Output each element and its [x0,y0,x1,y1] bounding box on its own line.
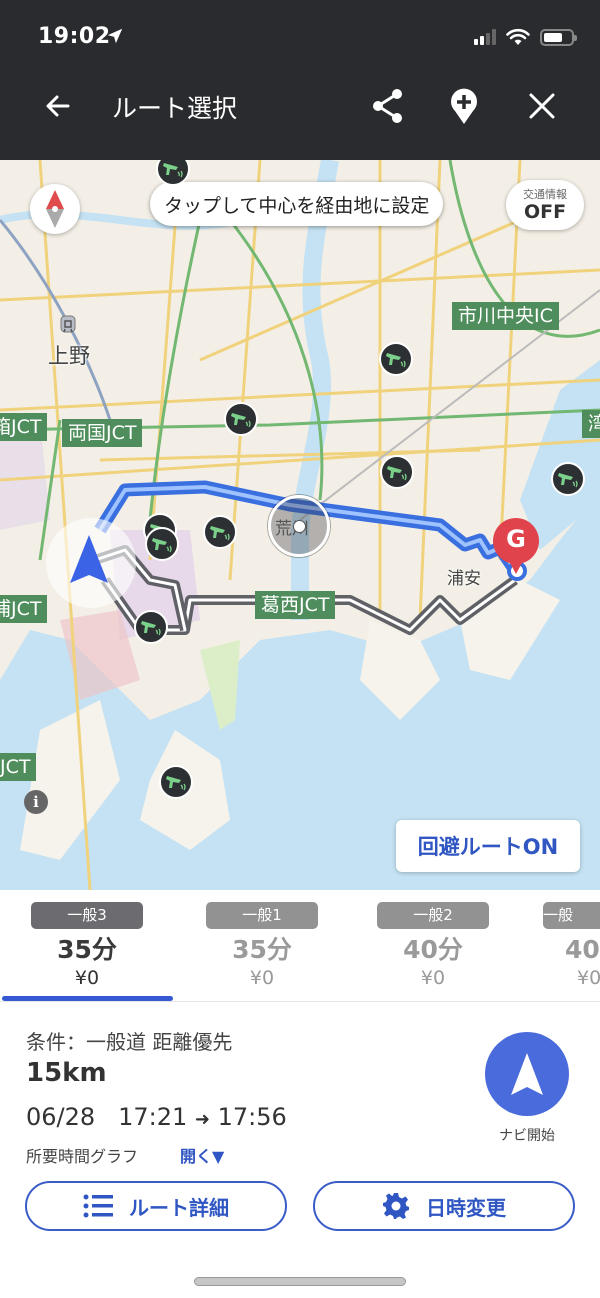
share-button[interactable] [368,86,408,126]
waypoint-tip-button[interactable]: タップして中心を経由地に設定 [150,182,444,226]
route-tabs: 一般3 35分 ¥0 一般1 35分 ¥0 一般2 40分 ¥0 一般 40 ¥… [0,890,600,1002]
camera-icon [141,621,161,636]
add-spot-button[interactable] [444,86,484,126]
info-icon[interactable]: i [24,790,48,814]
compass-icon [46,190,64,228]
arrow-icon: ➜ [194,1109,210,1130]
close-button[interactable] [522,86,562,126]
camera-icon [387,466,407,481]
current-location [46,518,136,608]
route-fee: ¥0 [577,967,600,989]
route-time: 06/28 17:21 ➜ 17:56 [26,1103,287,1131]
goal-letter: G [506,525,526,553]
camera-icon [166,776,186,791]
jct-label: 湾 [582,410,600,438]
route-detail-button[interactable]: ルート詳細 [25,1181,287,1231]
station-icon [60,315,76,333]
wifi-icon [506,28,530,45]
jct-label: JCT [0,753,37,781]
active-tab-indicator [2,996,173,1001]
route-badge: 一般2 [377,902,489,929]
avoid-route-button[interactable]: 回避ルートON [396,820,580,872]
pin-plus-icon [451,88,477,124]
route-map[interactable]: タップして中心を経由地に設定 交通情報 OFF 市川中央IC 上野 両国JCT … [0,160,600,890]
change-datetime-label: 日時変更 [426,1195,506,1220]
change-datetime-button[interactable]: 日時変更 [313,1181,575,1231]
route-date: 06/28 [26,1103,96,1131]
camera-icon [231,413,251,428]
navigation-arrow-icon [70,535,108,583]
arrive-time: 17:56 [217,1103,287,1131]
place-label: 上野 [48,344,90,368]
back-button[interactable] [40,88,76,124]
home-indicator[interactable] [194,1277,406,1286]
page-title: ルート選択 [112,94,238,123]
route-tab[interactable]: 一般3 35分 ¥0 [2,902,172,989]
camera-marker[interactable] [159,765,193,799]
top-bar: 19:02 ルート選択 [0,0,600,160]
gear-icon [383,1193,409,1219]
camera-marker[interactable] [380,455,414,489]
camera-icon [163,163,183,178]
jct-label: 浦JCT [0,595,48,623]
camera-marker[interactable] [134,610,168,644]
signal-icon [474,29,496,45]
time-graph-open-link[interactable]: 開く▼ [180,1143,224,1167]
camera-marker[interactable] [145,527,179,561]
route-condition: 条件：一般道 距離優先 [26,1030,233,1054]
route-tab[interactable]: 一般2 40分 ¥0 [348,902,518,989]
goal-marker[interactable]: G [491,517,541,579]
share-icon [373,89,402,123]
route-tab[interactable]: 一般 40 ¥0 [513,902,600,989]
camera-marker[interactable] [379,342,413,376]
traffic-state: OFF [523,201,567,223]
route-minutes: 35分 [57,935,117,964]
jct-label: 市川中央IC [452,302,559,330]
time-graph-label: 所要時間グラフ [26,1147,139,1166]
camera-icon [558,473,578,488]
jct-label: 葛西JCT [255,591,336,619]
list-icon [83,1194,113,1218]
navigation-arrow-icon [511,1053,543,1095]
route-fee: ¥0 [249,967,275,989]
start-navigation-label: ナビ開始 [499,1128,555,1144]
route-fee: ¥0 [420,967,446,989]
depart-time: 17:21 [118,1103,188,1131]
center-dot [293,520,306,533]
camera-icon [152,538,172,553]
start-navigation-button[interactable] [485,1032,569,1116]
map-center-target[interactable]: 荒川 [268,495,330,557]
close-icon [529,93,555,119]
route-badge: 一般3 [31,902,143,929]
traffic-toggle[interactable]: 交通情報 OFF [506,180,584,230]
route-detail-label: ルート詳細 [129,1195,229,1220]
traffic-label: 交通情報 [523,188,567,201]
camera-marker[interactable] [551,462,585,496]
camera-marker[interactable] [203,515,237,549]
route-minutes: 40 [565,935,600,964]
camera-icon [386,353,406,368]
camera-icon [210,526,230,541]
jct-label: 箱JCT [0,413,48,441]
place-label: 浦安 [447,569,481,589]
route-minutes: 40分 [403,935,463,964]
status-time: 19:02 [38,24,111,49]
status-indicators [474,28,577,46]
route-badge: 一般 [543,902,600,929]
route-fee: ¥0 [74,967,100,989]
battery-icon [540,28,577,46]
route-badge: 一般1 [206,902,318,929]
location-arrow-icon [107,28,123,44]
compass-button[interactable] [30,184,80,234]
camera-marker[interactable] [224,402,258,436]
jct-label: 両国JCT [62,419,143,447]
route-distance: 15km [26,1058,107,1088]
route-tab[interactable]: 一般1 35分 ¥0 [177,902,347,989]
route-minutes: 35分 [232,935,292,964]
